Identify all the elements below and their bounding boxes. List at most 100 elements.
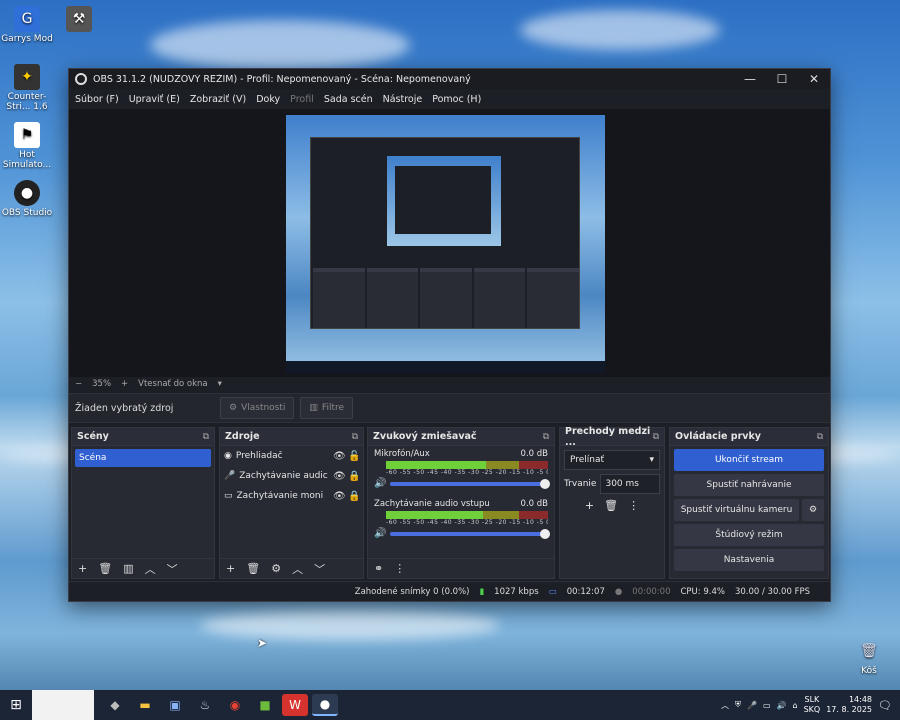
volume-slider[interactable] [390, 528, 550, 539]
eye-icon[interactable]: 👁 [333, 491, 346, 502]
zoom-in-button[interactable]: + [121, 379, 128, 389]
title-bar[interactable]: OBS 31.1.2 (NÚDZOVÝ REŽIM) - Profil: Nep… [69, 69, 830, 89]
monitor-icon[interactable]: ▭ [763, 701, 771, 710]
settings-button[interactable]: Nastavenia [674, 549, 824, 571]
lock-icon[interactable]: 🔓 [348, 451, 360, 462]
move-up-icon[interactable]: ︿ [292, 561, 303, 577]
desktop-icon-recycle-bin[interactable]: 🗑 Kôš [842, 638, 896, 676]
close-button[interactable]: ✕ [798, 72, 830, 86]
taskbar-app-store[interactable]: ▣ [162, 694, 188, 716]
add-icon[interactable]: + [585, 499, 594, 512]
add-icon[interactable]: + [78, 562, 87, 575]
more-options-icon[interactable]: ⋮ [394, 562, 405, 575]
duration-spinbox[interactable]: 300 ms [600, 474, 660, 494]
taskbar-search[interactable] [32, 690, 94, 720]
source-item-browser[interactable]: ◉ Prehliadač 👁 🔓 [220, 446, 363, 466]
taskbar-app-game[interactable]: ◆ [102, 694, 128, 716]
scene-list-item[interactable]: Scéna [75, 449, 211, 467]
notification-icon[interactable]: 🗨 [878, 699, 892, 712]
trash-icon[interactable]: 🗑 [604, 499, 618, 512]
gear-icon[interactable]: ⚙ [271, 562, 281, 575]
chevron-up-icon[interactable]: ︿ [721, 700, 729, 711]
preview-canvas[interactable] [286, 115, 605, 373]
clock[interactable]: 14:48 17. 8. 2025 [826, 695, 872, 715]
virtual-camera-settings-icon[interactable]: ⚙ [802, 499, 824, 521]
transition-value: Prelínať [570, 455, 605, 465]
add-icon[interactable]: + [226, 562, 235, 575]
menu-docks[interactable]: Doky [256, 94, 280, 105]
stop-stream-button[interactable]: Ukončiť stream [674, 449, 824, 471]
start-virtual-camera-button[interactable]: Spustiť virtuálnu kameru [674, 499, 799, 521]
language-indicator[interactable]: SLK SKQ [804, 695, 821, 715]
dock-popout-icon[interactable]: ⧉ [817, 432, 823, 442]
desktop-icon-tool[interactable]: ⚒ [52, 6, 106, 34]
minimize-button[interactable]: — [734, 72, 766, 86]
menu-view[interactable]: Zobraziť (V) [190, 94, 246, 105]
more-options-icon[interactable]: ⋮ [628, 499, 639, 512]
zoom-out-button[interactable]: − [75, 379, 82, 389]
dock-popout-icon[interactable]: ⧉ [653, 432, 659, 442]
dock-popout-icon[interactable]: ⧉ [352, 432, 358, 442]
volume-icon[interactable]: 🔊 [777, 701, 787, 710]
preview-area[interactable] [69, 109, 830, 377]
lock-icon[interactable]: 🔒 [348, 491, 360, 502]
link-icon[interactable]: ⚭ [374, 562, 383, 575]
taskbar-app-minecraft[interactable]: ■ [252, 694, 278, 716]
recursive-preview-image [310, 137, 580, 329]
taskbar-app-steam[interactable]: ♨ [192, 694, 218, 716]
taskbar: ⊞ ◆ ▬ ▣ ♨ ◉ ■ W ● ︿ ⛨ 🎤 ▭ 🔊 ⌂ SLK SKQ 14… [0, 690, 900, 720]
taskbar-app-chrome[interactable]: ◉ [222, 694, 248, 716]
move-down-icon[interactable]: ﹀ [167, 561, 178, 577]
mixer-title: Zvukový zmiešavač [373, 431, 477, 442]
filters-label: Filtre [321, 403, 345, 413]
desktop-icon-counter-strike[interactable]: ✦ Counter-Stri... 1.6 [0, 64, 54, 112]
trash-icon[interactable]: 🗑 [98, 562, 112, 575]
volume-slider[interactable] [390, 478, 550, 489]
filters-button[interactable]: ▥ Filtre [300, 397, 354, 419]
move-up-icon[interactable]: ︿ [145, 561, 156, 577]
menu-tools[interactable]: Nástroje [383, 94, 423, 105]
dock-popout-icon[interactable]: ⧉ [203, 432, 209, 442]
properties-button[interactable]: ⚙ Vlastnosti [220, 397, 295, 419]
speaker-icon[interactable]: 🔊 [374, 528, 386, 539]
maximize-button[interactable]: ☐ [766, 72, 798, 86]
meter-scale: -60 -55 -50 -45 -40 -35 -30 -25 -20 -15 … [386, 519, 548, 526]
dock-popout-icon[interactable]: ⧉ [543, 432, 549, 442]
move-down-icon[interactable]: ﹀ [314, 561, 325, 577]
transition-select[interactable]: Prelínať ▾ [564, 450, 660, 470]
studio-mode-button[interactable]: Štúdiový režim [674, 524, 824, 546]
desktop-icon-simulator[interactable]: ⚑ Hot Simulato... [0, 122, 54, 170]
source-item-audio-capture[interactable]: 🎤 Zachytávanie audic 👁 🔒 [220, 466, 363, 486]
start-button[interactable]: ⊞ [0, 697, 32, 713]
speaker-icon[interactable]: 🔊 [374, 478, 386, 489]
properties-label: Vlastnosti [241, 403, 286, 413]
desktop-icon-garrys-mod[interactable]: G Garrys Mod [0, 6, 54, 44]
dropped-frames: Zahodené snímky 0 (0.0%) [354, 586, 470, 597]
scenes-toolbar: + 🗑 ▥ ︿ ﹀ [72, 558, 214, 578]
record-icon: ● [614, 586, 623, 597]
menu-edit[interactable]: Upraviť (E) [129, 94, 180, 105]
stream-time: 00:12:07 [566, 586, 605, 597]
source-label: Prehliadač [235, 451, 283, 461]
start-recording-button[interactable]: Spustiť nahrávanie [674, 474, 824, 496]
filter-icon: ▥ [309, 403, 318, 413]
menu-file[interactable]: Súbor (F) [75, 94, 119, 105]
source-item-monitor-capture[interactable]: ▭ Zachytávanie moni 👁 🔒 [220, 486, 363, 506]
channel-name: Zachytávanie audio vstupu [374, 499, 490, 509]
trash-icon[interactable]: 🗑 [246, 562, 260, 575]
zoom-dropdown-icon[interactable]: ▾ [218, 379, 222, 389]
menu-scene-collection[interactable]: Sada scén [324, 94, 373, 105]
menu-help[interactable]: Pomoc (H) [432, 94, 481, 105]
eye-icon[interactable]: 👁 [333, 451, 346, 462]
taskbar-app-explorer[interactable]: ▬ [132, 694, 158, 716]
taskbar-app-wps[interactable]: W [282, 694, 308, 716]
desktop-icon-obs[interactable]: ● OBS Studio [0, 180, 54, 218]
transition-toolbar: + 🗑 ⋮ [560, 499, 664, 512]
microphone-icon[interactable]: 🎤 [747, 701, 757, 710]
filter-icon[interactable]: ▥ [123, 562, 133, 575]
lock-icon[interactable]: 🔒 [348, 471, 360, 482]
shield-icon[interactable]: ⛨ [735, 700, 741, 710]
taskbar-app-obs[interactable]: ● [312, 694, 338, 716]
network-icon[interactable]: ⌂ [793, 701, 798, 710]
eye-icon[interactable]: 👁 [333, 471, 346, 482]
